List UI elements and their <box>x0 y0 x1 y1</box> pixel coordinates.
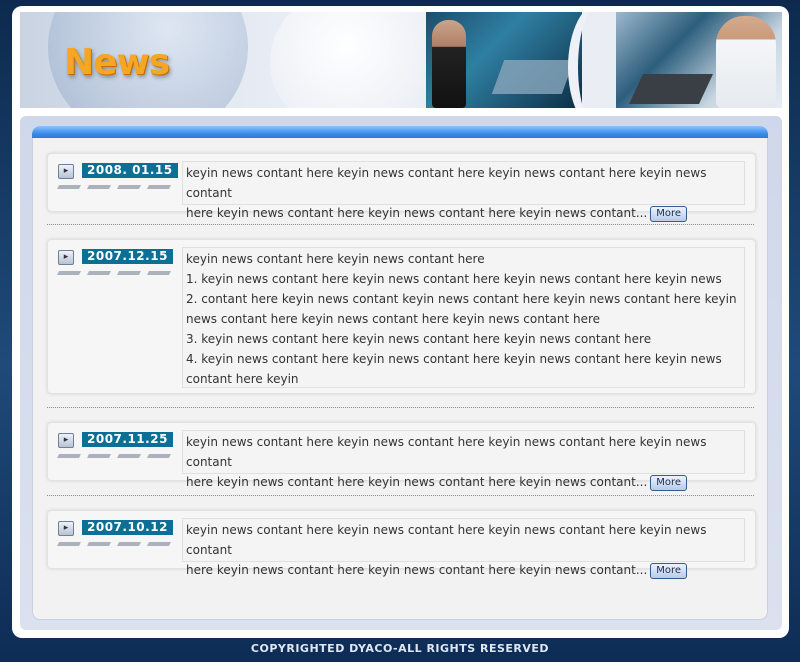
news-text: keyin news contant here keyin news conta… <box>182 518 745 579</box>
person-figure <box>716 16 776 108</box>
news-line: news contant here keyin news contant her… <box>186 312 601 326</box>
news-text: keyin news contant here keyin news conta… <box>182 161 745 222</box>
laptop-figure <box>629 74 713 104</box>
news-line: here keyin news contant here keyin news … <box>186 203 741 223</box>
more-button[interactable]: More <box>650 474 688 491</box>
chevron-right-icon[interactable]: ▸ <box>58 521 74 536</box>
more-button[interactable]: More <box>650 205 688 222</box>
item-separator <box>47 407 754 408</box>
news-line: keyin news contant here keyin news conta… <box>186 252 485 266</box>
banner-photo-woman <box>426 12 582 108</box>
person-figure <box>432 20 466 108</box>
item-separator <box>47 224 754 225</box>
page-title: News <box>64 42 170 83</box>
news-line-text: here keyin news contant here keyin news … <box>186 563 648 577</box>
news-line: 4. keyin news contant here keyin news co… <box>186 352 722 366</box>
news-date: 2007.11.25 <box>82 432 173 447</box>
more-button[interactable]: More <box>650 562 688 579</box>
banner-photo-man <box>616 12 782 108</box>
news-line: here keyin news contant here keyin news … <box>186 560 741 580</box>
news-date: 2008. 01.15 <box>82 163 178 178</box>
news-date: 2007.10.12 <box>82 520 173 535</box>
news-item: ▸ 2007.11.25 keyin news contant here key… <box>47 422 756 491</box>
news-list-container: ▸ 2008. 01.15 keyin news contant here ke… <box>32 126 768 620</box>
news-text: keyin news contant here keyin news conta… <box>182 430 745 491</box>
news-line: contant here keyin <box>186 372 299 386</box>
footer-copyright: COPYRIGHTED DYACO-ALL RIGHTS RESERVED <box>250 642 550 655</box>
news-item: ▸ 2007.10.12 keyin news contant here key… <box>47 510 756 579</box>
news-text: keyin news contant here keyin news conta… <box>182 247 745 388</box>
chevron-right-icon[interactable]: ▸ <box>58 164 74 179</box>
news-line: keyin news contant here keyin news conta… <box>186 523 707 557</box>
chevron-right-icon[interactable]: ▸ <box>58 250 74 265</box>
news-item: ▸ 2007.12.15 keyin news contant here key… <box>47 239 756 394</box>
chevron-right-icon[interactable]: ▸ <box>58 433 74 448</box>
header-banner: News <box>20 12 782 108</box>
date-divider <box>56 185 178 189</box>
news-line: 1. keyin news contant here keyin news co… <box>186 272 722 286</box>
news-line-text: here keyin news contant here keyin news … <box>186 206 648 220</box>
news-line: keyin news contant here keyin news conta… <box>186 435 707 469</box>
news-line: 3. keyin news contant here keyin news co… <box>186 332 652 346</box>
content-area: ▸ 2008. 01.15 keyin news contant here ke… <box>20 116 782 630</box>
item-separator <box>47 495 754 496</box>
date-divider <box>56 542 178 546</box>
news-date: 2007.12.15 <box>82 249 173 264</box>
news-item: ▸ 2008. 01.15 keyin news contant here ke… <box>47 153 756 222</box>
date-divider <box>56 271 178 275</box>
news-line: here keyin news contant here keyin news … <box>186 472 741 492</box>
news-line-text: here keyin news contant here keyin news … <box>186 475 648 489</box>
date-divider <box>56 454 178 458</box>
news-line: 2. contant here keyin news contant keyin… <box>186 292 737 306</box>
news-line: keyin news contant here keyin news conta… <box>186 166 707 200</box>
accent-bar <box>32 126 768 138</box>
monitor-figure <box>491 60 575 94</box>
